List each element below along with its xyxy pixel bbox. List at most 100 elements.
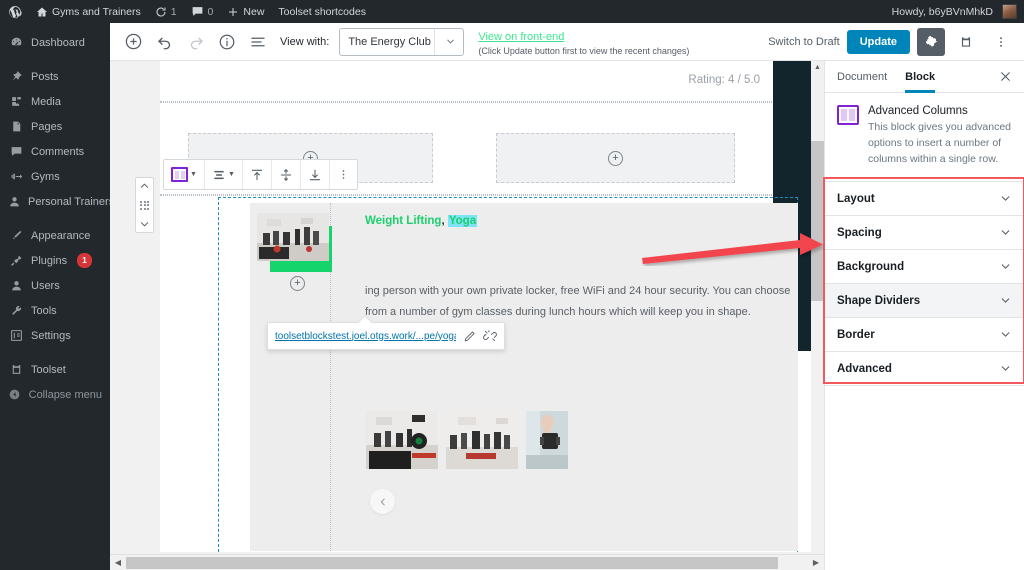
view-with-select[interactable]: The Energy Club	[339, 28, 464, 56]
chevron-down-icon[interactable]	[999, 192, 1012, 205]
sidebar-item-posts[interactable]: Posts	[0, 64, 110, 89]
chevron-down-icon[interactable]	[999, 294, 1012, 307]
sidebar-item-appearance[interactable]: Appearance	[0, 223, 110, 248]
horizontal-scroll-thumb[interactable]	[126, 557, 778, 569]
plus-in-circle-icon[interactable]: +	[608, 151, 623, 166]
caret-up-icon[interactable]: ▲	[811, 61, 824, 74]
update-button[interactable]: Update	[847, 30, 910, 54]
plug-icon	[8, 254, 24, 267]
link-url[interactable]: toolsetblockstest.joel.otgs.work/...pe/y…	[275, 331, 456, 342]
redo-icon[interactable]	[181, 27, 210, 56]
gear-icon[interactable]	[917, 28, 945, 56]
panel-layout[interactable]: Layout	[825, 182, 1024, 216]
wp-admin-bar: Gyms and Trainers 1 0 New Toolset shortc…	[0, 0, 1024, 23]
align-icon[interactable]: ▼	[205, 160, 243, 189]
account-menu[interactable]: Howdy, b6yBVnMhkD	[885, 0, 1024, 23]
tab-document[interactable]: Document	[837, 61, 887, 93]
gallery-photo[interactable]	[446, 411, 518, 469]
info-icon[interactable]	[212, 27, 241, 56]
view-on-front-end[interactable]: View on front-end (Click Update button f…	[478, 27, 689, 57]
close-icon[interactable]	[999, 70, 1012, 83]
sidebar-item-plugins[interactable]: Plugins 1	[0, 248, 110, 273]
link-popover[interactable]: toolsetblockstest.joel.otgs.work/...pe/y…	[267, 322, 505, 350]
admin-sidebar-menu: Dashboard Posts Media Pages Comments Gym…	[0, 23, 110, 570]
chevron-down-icon[interactable]	[999, 328, 1012, 341]
updates-menu[interactable]: 1	[148, 0, 184, 23]
red-arrow-annotation	[640, 232, 825, 266]
list-view-icon[interactable]	[243, 27, 272, 56]
drag-handle-icon[interactable]	[140, 201, 149, 210]
panel-shape-dividers[interactable]: Shape Dividers	[825, 284, 1024, 318]
toolset-icon[interactable]	[952, 28, 980, 56]
columns-block-icon[interactable]: ▼	[164, 160, 205, 189]
caret-right-icon[interactable]: ▶	[808, 558, 824, 567]
pencil-icon[interactable]	[463, 330, 476, 343]
block-paragraph[interactable]: ing person with your own private locker,…	[365, 281, 815, 324]
sidebar-item-dashboard[interactable]: Dashboard	[0, 30, 110, 55]
canvas-horizontal-scrollbar[interactable]: ◀ ▶	[110, 554, 824, 570]
chevron-up-icon[interactable]	[139, 181, 150, 190]
undo-icon[interactable]	[150, 27, 179, 56]
sidebar-item-label: Media	[31, 96, 61, 108]
row-divider	[160, 194, 820, 196]
wordpress-block-editor: Gyms and Trainers 1 0 New Toolset shortc…	[0, 0, 1024, 570]
vertical-align-top-icon[interactable]	[243, 160, 272, 189]
sidebar-item-pages[interactable]: Pages	[0, 114, 110, 139]
more-vertical-icon[interactable]	[330, 160, 357, 189]
gallery-photo[interactable]	[366, 411, 438, 469]
sidebar-item-tools[interactable]: Tools	[0, 298, 110, 323]
add-block-icon[interactable]	[119, 27, 148, 56]
wordpress-logo-icon[interactable]	[0, 0, 29, 23]
insert-block-below-icon[interactable]: +	[290, 276, 305, 291]
vertical-align-bottom-icon[interactable]	[301, 160, 330, 189]
caret-left-icon[interactable]: ◀	[110, 558, 126, 567]
chevron-down-icon[interactable]: ▼	[190, 171, 197, 178]
sidebar-item-gyms[interactable]: Gyms	[0, 164, 110, 189]
heading-separator: ,	[441, 215, 447, 227]
block-toolbar[interactable]: ▼ ▼	[163, 159, 358, 190]
sidebar-item-settings[interactable]: Settings	[0, 323, 110, 348]
chevron-down-icon[interactable]	[999, 260, 1012, 273]
unlink-icon[interactable]	[483, 329, 497, 343]
tab-block[interactable]: Block	[905, 61, 935, 93]
column-placeholder[interactable]: +	[496, 133, 735, 183]
panel-title: Shape Dividers	[837, 295, 920, 307]
site-name-label: Gyms and Trainers	[52, 6, 141, 18]
view-on-front-end-link[interactable]: View on front-end	[478, 31, 564, 43]
panel-border[interactable]: Border	[825, 318, 1024, 352]
toolset-shortcodes-menu[interactable]: Toolset shortcodes	[271, 0, 373, 23]
sidebar-item-label: Dashboard	[31, 37, 85, 49]
gym-photo[interactable]	[257, 213, 329, 261]
chevron-down-icon[interactable]: ▼	[228, 171, 235, 178]
vertical-scroll-thumb[interactable]	[811, 141, 824, 301]
comments-menu[interactable]: 0	[184, 0, 221, 23]
switch-to-draft-button[interactable]: Switch to Draft	[768, 36, 840, 48]
more-vertical-icon[interactable]	[987, 28, 1015, 56]
panel-advanced[interactable]: Advanced	[825, 352, 1024, 386]
carousel-prev-button[interactable]	[370, 489, 395, 514]
heading-term-weight-lifting[interactable]: Weight Lifting	[365, 215, 441, 227]
new-content-menu[interactable]: New	[220, 0, 271, 23]
vertical-align-middle-icon[interactable]	[272, 160, 301, 189]
home-icon	[36, 6, 48, 18]
block-mover[interactable]	[135, 177, 154, 233]
heading-term-yoga[interactable]: Yoga	[448, 215, 477, 227]
panel-spacing[interactable]: Spacing	[825, 216, 1024, 250]
sidebar-item-label: Pages	[31, 121, 62, 133]
sidebar-item-media[interactable]: Media	[0, 89, 110, 114]
gallery-photo[interactable]	[526, 411, 568, 469]
block-heading[interactable]: Weight Lifting, Yoga	[365, 215, 477, 227]
chevron-down-icon[interactable]	[999, 226, 1012, 239]
site-name-menu[interactable]: Gyms and Trainers	[29, 0, 148, 23]
panel-background[interactable]: Background	[825, 250, 1024, 284]
chevron-down-icon[interactable]	[139, 220, 150, 229]
sidebar-item-personal-trainers[interactable]: Personal Trainers	[0, 189, 110, 214]
chevron-down-icon[interactable]	[999, 362, 1012, 375]
canvas-vertical-scrollbar[interactable]: ▲	[811, 61, 824, 555]
sidebar-item-comments[interactable]: Comments	[0, 139, 110, 164]
sidebar-item-toolset[interactable]: Toolset	[0, 357, 110, 382]
user-icon	[8, 195, 21, 208]
sidebar-item-users[interactable]: Users	[0, 273, 110, 298]
sidebar-item-collapse-menu[interactable]: Collapse menu	[0, 382, 110, 407]
sidebar-item-label: Posts	[31, 71, 59, 83]
